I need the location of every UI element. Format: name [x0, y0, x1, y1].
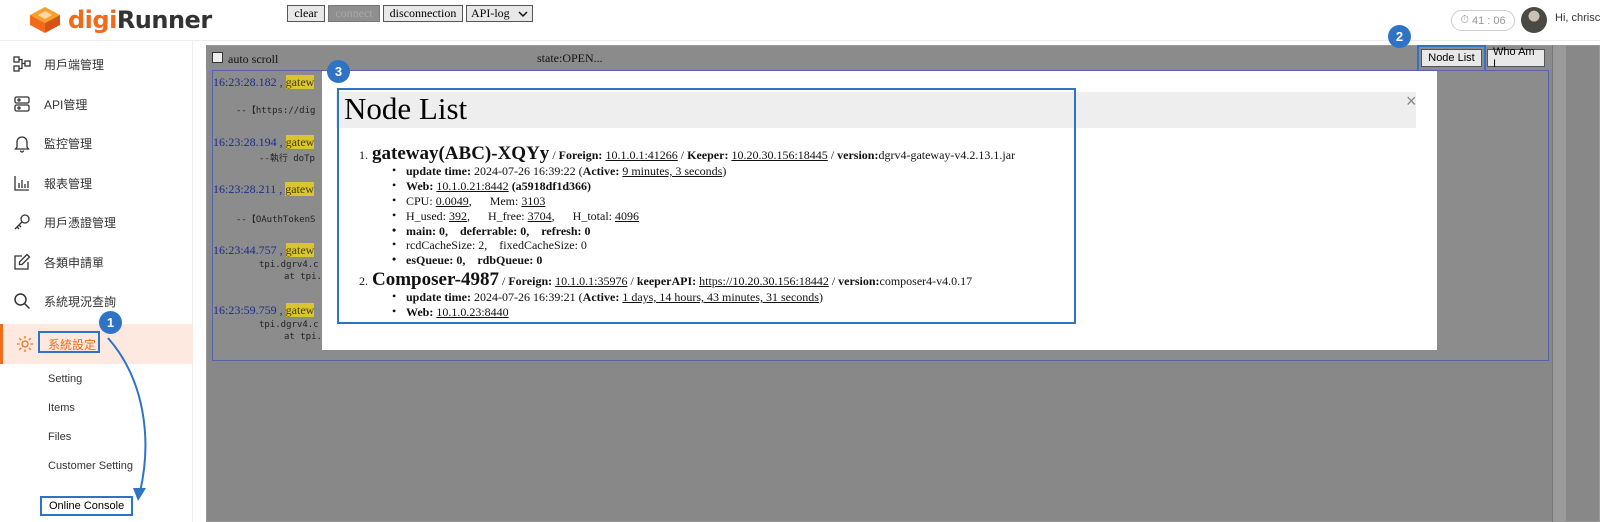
node-web: Web: 10.1.0.21:8442 (a5918df1d366): [392, 178, 591, 194]
sidebar-item-monitor[interactable]: 監控管理: [0, 123, 193, 163]
connect-button[interactable]: connect: [328, 5, 380, 22]
sidebar-item-api[interactable]: API管理: [0, 84, 193, 124]
node-foreign-link[interactable]: 10.1.0.1:41266: [605, 148, 677, 162]
key-icon: [14, 214, 30, 230]
clear-button[interactable]: clear: [287, 5, 325, 22]
logo[interactable]: digiRunner: [28, 4, 212, 36]
disconnection-button[interactable]: disconnection: [383, 5, 463, 22]
chevron-down-icon: [518, 10, 528, 17]
brand-name: digiRunner: [68, 6, 212, 34]
node-heap: H_used: 392, H_free: 3704, H_total: 4096: [392, 208, 639, 224]
node-keeper-api-link[interactable]: https://10.20.30.156:18442: [699, 274, 829, 288]
submenu-files[interactable]: Files: [48, 431, 71, 443]
log-entry-line: --【OAuthTokenS: [236, 215, 316, 225]
user-greeting[interactable]: Hi, chrisc: [1555, 12, 1600, 24]
bell-icon: [14, 136, 30, 153]
log-type-value: API-log: [471, 6, 510, 20]
log-entry-time: 16:23:44.757 , gatew: [213, 243, 315, 257]
session-timer[interactable]: ⏱ 41 : 06: [1451, 10, 1515, 31]
step-badge-1: 1: [99, 311, 122, 334]
who-am-i-button[interactable]: Who Am I: [1487, 46, 1545, 70]
log-entry-time: 16:23:28.194 , gatew: [213, 135, 315, 149]
node-web: Web: 10.1.0.23:8440: [392, 304, 509, 320]
auto-scroll-label: auto scroll: [228, 52, 279, 66]
sidebar-item-label: 各類申請單: [44, 255, 105, 270]
sidebar-item-label: 監控管理: [44, 136, 93, 151]
node-queue: esQueue: 0, rdbQueue: 0: [392, 252, 542, 268]
auto-scroll-checkbox[interactable]: [212, 52, 223, 63]
node-foreign-link[interactable]: 10.1.0.1:35976: [555, 274, 627, 288]
node-cache: rcdCacheSize: 2, fixedCacheSize: 0: [392, 237, 587, 253]
chart-icon: [14, 176, 29, 191]
node-update-time: update time: 2024-07-26 16:39:21 (Active…: [392, 289, 823, 305]
node-name: Composer-4987: [372, 269, 499, 290]
node-cpu-mem: CPU: 0.0049, Mem: 3103: [392, 193, 545, 209]
annotation-arrow: [107, 337, 147, 501]
node-main: main: 0, deferrable: 0, refresh: 0: [392, 223, 590, 239]
top-bar: digiRunner ⏱ 41 : 06 Hi, chrisc: [0, 0, 1600, 41]
logo-icon: [30, 7, 60, 33]
log-entry-line: at tpi.: [284, 272, 322, 282]
log-entry-time: 16:23:28.182 , gatew: [213, 75, 315, 89]
node-item: 1. gateway(ABC)-XQYy / Foreign: 10.1.0.1…: [359, 143, 1016, 164]
gear-icon: [17, 336, 33, 352]
log-type-select[interactable]: API-log: [466, 5, 533, 22]
annotation-box-node-list: [1417, 45, 1486, 72]
step-badge-2: 2: [1388, 25, 1411, 48]
sidebar-item-label: 用戶憑證管理: [44, 215, 117, 230]
timer-icon: ⏱: [1460, 14, 1469, 26]
sidebar-item-client[interactable]: 用戶端管理: [0, 44, 193, 84]
log-entry-line: --【https://dig: [236, 106, 316, 116]
edit-icon: [14, 253, 31, 270]
node-name: gateway(ABC)-XQYy: [372, 143, 550, 164]
sidebar-item-label: 用戶端管理: [44, 57, 105, 72]
log-entry-line: tpi.dgrv4.c: [259, 260, 319, 270]
submenu-setting[interactable]: Setting: [48, 373, 82, 385]
avatar[interactable]: [1521, 7, 1547, 33]
log-entry-line: tpi.dgrv4.c: [259, 320, 319, 330]
sidebar-item-label: 系統現況查詢: [44, 294, 117, 309]
api-icon: [14, 96, 30, 112]
close-icon[interactable]: ×: [1406, 91, 1417, 112]
sidebar-item-credential[interactable]: 用戶憑證管理: [0, 202, 193, 242]
node-item: 2. Composer-4987 / Foreign: 10.1.0.1:359…: [359, 269, 973, 290]
step-badge-3: 3: [327, 60, 350, 83]
timer-value: 41 : 06: [1471, 14, 1506, 27]
sidebar-item-status[interactable]: 系統現況查詢: [0, 281, 193, 321]
sidebar-item-label: API管理: [44, 97, 88, 112]
submenu-items[interactable]: Items: [48, 402, 75, 414]
sidebar-item-applications[interactable]: 各類申請單: [0, 242, 193, 282]
search-icon: [14, 293, 31, 310]
log-entry-time: 16:23:59.759 , gatew: [213, 303, 315, 317]
connection-state: state:OPEN...: [537, 51, 603, 65]
log-entry-time: 16:23:28.211 , gatew: [213, 182, 314, 196]
log-entry-line: --執行 doTp: [259, 154, 315, 164]
node-keeper-link[interactable]: 10.20.30.156:18445: [731, 148, 827, 162]
node-update-time: update time: 2024-07-26 16:39:22 (Active…: [392, 163, 726, 179]
scrollbar[interactable]: [1552, 45, 1566, 522]
client-icon: [13, 56, 31, 72]
annotation-box-settings: [38, 331, 100, 353]
log-entry-line: at tpi.: [284, 332, 322, 342]
sidebar-item-report[interactable]: 報表管理: [0, 163, 193, 203]
sidebar-item-label: 報表管理: [44, 176, 93, 191]
console-toolbar: auto scroll: [206, 46, 1562, 70]
